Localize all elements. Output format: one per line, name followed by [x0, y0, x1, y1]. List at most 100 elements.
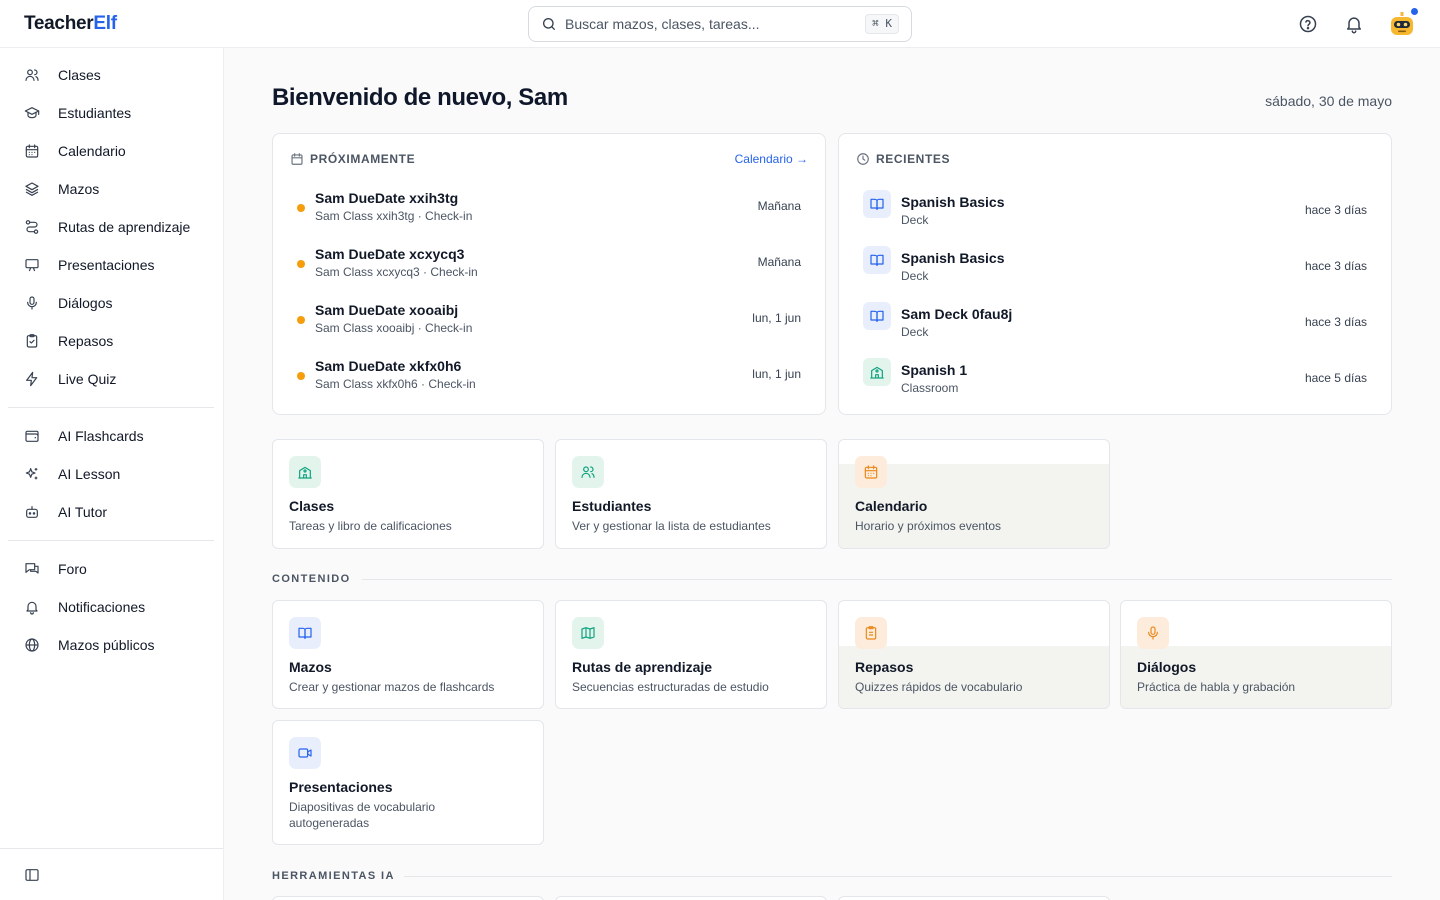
sidebar-item-ai-flashcards[interactable]: AI Flashcards [8, 419, 214, 453]
card-repasos[interactable]: Repasos Quizzes rápidos de vocabulario [838, 600, 1110, 709]
search-input[interactable]: Buscar mazos, clases, tareas... ⌘ K [528, 6, 912, 42]
book-icon [863, 190, 891, 218]
sidebar-item-clases[interactable]: Clases [8, 58, 214, 92]
graduation-cap-icon [24, 105, 40, 121]
current-date: sábado, 30 de mayo [1265, 93, 1392, 109]
sidebar-divider [8, 540, 214, 541]
sidebar-item-notificaciones[interactable]: Notificaciones [8, 590, 214, 624]
sidebar-item-rutas[interactable]: Rutas de aprendizaje [8, 210, 214, 244]
sidebar-toggle-icon[interactable] [24, 867, 40, 883]
sidebar-item-ai-tutor[interactable]: AI Tutor [8, 495, 214, 529]
upcoming-item[interactable]: Sam DueDate xxih3tg Sam Class xxih3tg · … [273, 186, 825, 242]
upcoming-item-title: Sam DueDate xxih3tg [315, 190, 459, 206]
sidebar-item-label: AI Flashcards [58, 428, 144, 444]
sidebar-item-label: AI Lesson [58, 466, 121, 482]
microphone-icon [24, 295, 40, 311]
sidebar-item-label: Live Quiz [58, 371, 117, 387]
sidebar-item-foro[interactable]: Foro [8, 552, 214, 586]
sidebar-item-label: Rutas de aprendizaje [58, 219, 191, 235]
recent-title: RECIENTES [876, 152, 951, 166]
video-icon [289, 737, 321, 769]
sidebar-item-label: AI Tutor [58, 504, 108, 520]
section-divider [404, 876, 1392, 877]
recent-item-time: hace 5 días [1304, 371, 1367, 385]
top-bar: TeacherElf Buscar mazos, clases, tareas.… [0, 0, 1440, 48]
sidebar-item-label: Diálogos [58, 295, 113, 311]
bell-icon[interactable] [1344, 14, 1364, 34]
card-calendario[interactable]: Calendario Horario y próximos eventos [838, 439, 1110, 549]
upcoming-item[interactable]: Sam DueDate xkfx0h6 Sam Class xkfx0h6 · … [273, 354, 825, 410]
card-mazos[interactable]: Mazos Crear y gestionar mazos de flashca… [272, 600, 544, 709]
clock-icon [856, 152, 870, 166]
recent-item[interactable]: Spanish 1 Classroom hace 5 días [839, 358, 1391, 414]
sidebar-item-mazos[interactable]: Mazos [8, 172, 214, 206]
upcoming-item[interactable]: Sam DueDate xcxycq3 Sam Class xcxycq3 · … [273, 242, 825, 298]
sidebar-item-ai-lesson[interactable]: AI Lesson [8, 457, 214, 491]
book-icon [289, 617, 321, 649]
card-title: Diálogos [1137, 659, 1197, 675]
card-presentaciones[interactable]: Presentaciones Diapositivas de vocabular… [272, 720, 544, 845]
page-title: Bienvenido de nuevo, Sam [272, 84, 568, 111]
recent-item-title: Sam Deck 0fau8j [901, 306, 1013, 322]
card-description: Ver y gestionar la lista de estudiantes [572, 519, 771, 533]
recent-item-title: Spanish 1 [901, 362, 968, 378]
upcoming-item-date: lun, 1 jun [752, 311, 801, 325]
help-icon[interactable] [1298, 14, 1318, 34]
recent-item-type: Deck [901, 213, 929, 227]
search-placeholder: Buscar mazos, clases, tareas... [565, 16, 760, 32]
section-title-ai-tools: HERRAMIENTAS IA [272, 870, 395, 882]
recent-item-time: hace 3 días [1304, 315, 1367, 329]
sidebar-item-repasos[interactable]: Repasos [8, 324, 214, 358]
sparkles-icon [24, 466, 40, 482]
route-icon [24, 219, 40, 235]
upcoming-item-subtitle: Sam Class xxih3tg · Check-in [315, 209, 473, 223]
recent-item-type: Deck [901, 269, 929, 283]
microphone-icon [1137, 617, 1169, 649]
upcoming-item-date: Mañana [757, 199, 801, 213]
upcoming-item-title: Sam DueDate xkfx0h6 [315, 358, 462, 374]
card-ai-tool[interactable] [838, 896, 1110, 900]
sidebar-footer-divider [0, 848, 223, 849]
status-dot [297, 204, 305, 212]
sidebar-item-dialogos[interactable]: Diálogos [8, 286, 214, 320]
book-icon [863, 302, 891, 330]
recent-item-time: hace 3 días [1304, 259, 1367, 273]
clipboard-check-icon [24, 333, 40, 349]
card-rutas[interactable]: Rutas de aprendizaje Secuencias estructu… [555, 600, 827, 709]
card-hover-shade [839, 646, 1109, 708]
recent-item-title: Spanish Basics [901, 194, 1005, 210]
card-title: Calendario [855, 498, 928, 514]
sidebar-item-live-quiz[interactable]: Live Quiz [8, 362, 214, 396]
calendar-icon [855, 456, 887, 488]
recent-header: RECIENTES [856, 152, 950, 166]
card-ai-tool[interactable] [555, 896, 827, 900]
sidebar-item-estudiantes[interactable]: Estudiantes [8, 96, 214, 130]
book-icon [863, 246, 891, 274]
sidebar-item-label: Repasos [58, 333, 114, 349]
sidebar-item-label: Foro [58, 561, 87, 577]
app-logo[interactable]: TeacherElf [24, 13, 117, 35]
recent-item[interactable]: Sam Deck 0fau8j Deck hace 3 días [839, 302, 1391, 358]
sidebar-item-presentaciones[interactable]: Presentaciones [8, 248, 214, 282]
upcoming-item[interactable]: Sam DueDate xooaibj Sam Class xooaibj · … [273, 298, 825, 354]
users-icon [24, 67, 40, 83]
card-description: Horario y próximos eventos [855, 519, 1002, 533]
card-clases[interactable]: Clases Tareas y libro de calificaciones [272, 439, 544, 549]
calendar-link[interactable]: Calendario → [735, 152, 808, 166]
card-title: Repasos [855, 659, 914, 675]
presentation-icon [24, 257, 40, 273]
avatar[interactable] [1388, 7, 1419, 38]
card-estudiantes[interactable]: Estudiantes Ver y gestionar la lista de … [555, 439, 827, 549]
sidebar-divider [8, 407, 214, 408]
recent-item-time: hace 3 días [1304, 203, 1367, 217]
recent-item[interactable]: Spanish Basics Deck hace 3 días [839, 246, 1391, 302]
chat-icon [24, 561, 40, 577]
upcoming-item-subtitle: Sam Class xooaibj · Check-in [315, 321, 473, 335]
card-dialogos[interactable]: Diálogos Práctica de habla y grabación [1120, 600, 1392, 709]
sidebar-item-calendario[interactable]: Calendario [8, 134, 214, 168]
sidebar-item-mazos-publicos[interactable]: Mazos públicos [8, 628, 214, 662]
card-title: Estudiantes [572, 498, 652, 514]
sidebar-item-label: Clases [58, 67, 101, 83]
recent-item[interactable]: Spanish Basics Deck hace 3 días [839, 190, 1391, 246]
card-ai-tool[interactable] [272, 896, 544, 900]
